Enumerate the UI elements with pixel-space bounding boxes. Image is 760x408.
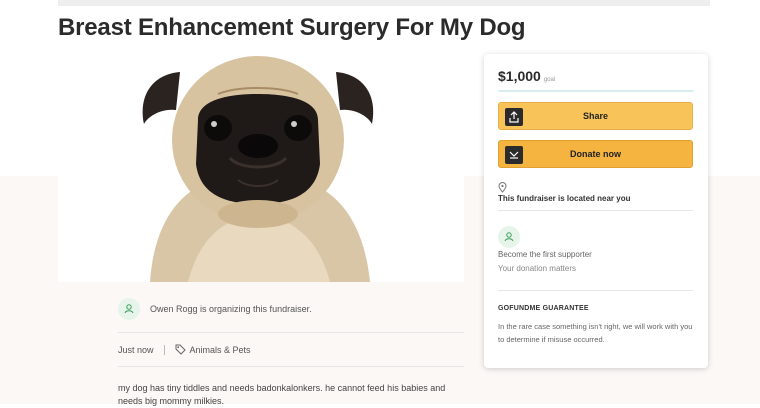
pug-illustration (142, 56, 374, 282)
fundraiser-icon (118, 298, 140, 320)
page-title: Breast Enhancement Surgery For My Dog (58, 14, 526, 41)
donation-card: $1,000 goal Share Donate now This fundrai… (484, 54, 708, 368)
share-icon (505, 108, 523, 126)
donation-matters-text: Your donation matters (498, 264, 576, 273)
donate-icon (505, 146, 523, 164)
donate-label: Donate now (570, 149, 621, 159)
tag-icon (175, 344, 186, 355)
donate-button[interactable]: Donate now (498, 140, 693, 168)
organizer-row: Owen Rogg is organizing this fundraiser. (118, 298, 312, 320)
progress-bar (498, 90, 694, 92)
created-time: Just now (118, 344, 154, 355)
first-supporter-text: Become the first supporter (498, 250, 592, 259)
guarantee-text: In the rare case something isn't right, … (498, 322, 693, 344)
divider (498, 210, 693, 211)
organizer-text: Owen Rogg is organizing this fundraiser. (150, 304, 312, 314)
meta-separator (163, 344, 165, 355)
hero-image (58, 54, 464, 282)
supporter-icon (498, 226, 520, 248)
divider (498, 290, 693, 291)
divider (118, 366, 464, 367)
top-bar (58, 0, 710, 6)
meta-row: Just now Animals & Pets (118, 344, 251, 355)
divider (118, 332, 464, 333)
category-link[interactable]: Animals & Pets (190, 345, 251, 355)
story-text: my dog has tiny tiddles and needs badonk… (118, 383, 446, 406)
amount-raised: $1,000 goal (498, 68, 555, 86)
guarantee-title: GOFUNDME GUARANTEE (498, 305, 589, 312)
goal-label: goal (543, 77, 556, 83)
location-text: This fundraiser is located near you (498, 194, 631, 203)
amount-value: $1,000 (498, 68, 541, 84)
share-button[interactable]: Share (498, 102, 693, 130)
share-label: Share (582, 111, 608, 121)
